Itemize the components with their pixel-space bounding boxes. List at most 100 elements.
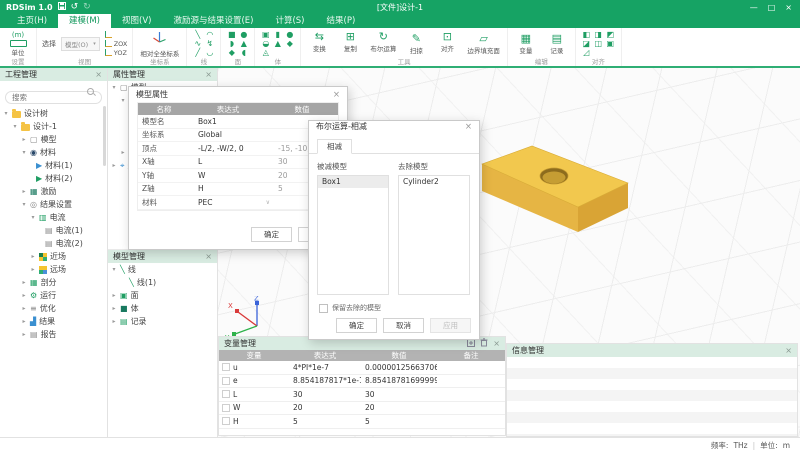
sphere-icon[interactable]: ● <box>284 30 295 39</box>
keep-removed-model-option[interactable]: 保留去除的模型 <box>319 303 469 313</box>
table-row-L[interactable]: L3030 <box>219 388 505 402</box>
plane-zox-button[interactable]: ZOX <box>105 40 128 48</box>
cylinder-icon[interactable]: ▮ <box>272 30 283 39</box>
relative-global-csys-button[interactable]: 相对全坐标系 <box>138 29 181 58</box>
checkbox[interactable] <box>319 304 328 313</box>
rectangle-icon[interactable]: ■ <box>226 30 237 39</box>
tab-subtract[interactable]: 相减 <box>317 139 352 154</box>
triangle-icon[interactable]: ▲ <box>238 39 249 48</box>
close-button[interactable]: × <box>785 3 792 12</box>
expander-icon[interactable]: ▸ <box>111 318 117 325</box>
polyline-icon[interactable]: ↯ <box>204 39 215 48</box>
expander-icon[interactable]: ▸ <box>120 149 126 156</box>
tree-item-result-settings[interactable]: ▾◎结果设置 <box>0 198 107 211</box>
expander-icon[interactable]: ▾ <box>21 149 27 156</box>
tree-item-optimize[interactable]: ▸≡优化 <box>0 302 107 315</box>
align-bottom-icon[interactable]: ◪ <box>581 39 592 48</box>
close-icon[interactable]: × <box>205 70 212 79</box>
line-icon[interactable]: ╲ <box>192 30 203 39</box>
tree-item-design-tree[interactable]: ▾设计树 <box>0 107 107 120</box>
model-select-dropdown[interactable]: 模型(O) ▾ <box>61 37 100 51</box>
expander-icon[interactable]: ▸ <box>21 136 27 143</box>
expander-icon[interactable]: ▸ <box>21 279 27 286</box>
table-row-e[interactable]: e8.854187817*1e-128.8541878169999999e-..… <box>219 375 505 389</box>
tree-item-faces[interactable]: ▸▣面 <box>108 289 217 302</box>
tree-item-model[interactable]: ▸▢模型 <box>0 133 107 146</box>
tree-item-current[interactable]: ▾▥电流 <box>0 211 107 224</box>
delete-variable-icon[interactable] <box>480 338 488 349</box>
boundary-fill-button[interactable]: ▱边界填充面 <box>465 33 502 55</box>
tree-item-results[interactable]: ▸▟结果 <box>0 315 107 328</box>
maximize-button[interactable]: □ <box>768 3 776 12</box>
tree-item-current-1[interactable]: ▤电流(1) <box>0 224 107 237</box>
tab-home[interactable]: 主页(H) <box>6 14 58 28</box>
tree-item-records[interactable]: ▸▤记录 <box>108 315 217 328</box>
tab-results[interactable]: 结果(P) <box>316 14 367 28</box>
tree-item-design-1[interactable]: ▾设计-1 <box>0 120 107 133</box>
tree-item-material-2[interactable]: ▶材料(2) <box>0 172 107 185</box>
expander-icon[interactable]: ▸ <box>21 188 27 195</box>
expander-icon[interactable]: ▸ <box>30 266 36 273</box>
ellipse-icon[interactable]: ◗ <box>226 39 237 48</box>
tree-item-excitation[interactable]: ▸▦激励 <box>0 185 107 198</box>
minimize-button[interactable]: — <box>750 3 758 12</box>
expander-icon[interactable]: ▾ <box>12 123 18 130</box>
tree-item-material-1[interactable]: ▶材料(1) <box>0 159 107 172</box>
align-left-icon[interactable]: ◧ <box>581 30 592 39</box>
sweep-button[interactable]: ✎扫掠 <box>403 33 429 55</box>
arc-icon[interactable]: ◠ <box>204 30 215 39</box>
save-icon[interactable] <box>58 2 66 13</box>
close-icon[interactable]: × <box>333 90 340 100</box>
undo-icon[interactable]: ↺ <box>71 2 79 12</box>
expander-icon[interactable]: ▸ <box>111 305 117 312</box>
align-tool-button[interactable]: ⊡对齐ˇ <box>434 31 460 57</box>
tree-item-line-1[interactable]: ╲线(1) <box>108 276 217 289</box>
cancel-button[interactable]: 取消 <box>383 318 424 333</box>
expander-icon[interactable]: ▸ <box>111 162 117 169</box>
table-row-W[interactable]: W2020 <box>219 402 505 416</box>
torus-icon[interactable]: ◆ <box>284 39 295 48</box>
tree-item-far-field[interactable]: ▸远场 <box>0 263 107 276</box>
tree-item-report[interactable]: ▸▤报告 <box>0 328 107 341</box>
expander-icon[interactable]: ▸ <box>21 292 27 299</box>
align-top-icon[interactable]: ◩ <box>605 30 616 39</box>
tree-item-current-2[interactable]: ▤电流(2) <box>0 237 107 250</box>
ellipsoid-icon[interactable]: ◒ <box>260 39 271 48</box>
spline-icon[interactable]: ∿ <box>192 39 203 48</box>
expander-icon[interactable]: ▾ <box>111 84 117 91</box>
ok-button[interactable]: 确定 <box>251 227 292 242</box>
boolean-operation-button[interactable]: ↻布尔运算ˇ <box>368 31 398 57</box>
tree-item-lines[interactable]: ▾╲线 <box>108 263 217 276</box>
close-icon[interactable]: × <box>205 252 212 261</box>
tab-compute[interactable]: 计算(S) <box>264 14 315 28</box>
transform-button[interactable]: ⇆变换ˇ <box>306 31 332 57</box>
checkbox[interactable] <box>222 363 230 371</box>
tree-item-materials[interactable]: ▾◉材料 <box>0 146 107 159</box>
expander-icon[interactable]: ▸ <box>30 253 36 260</box>
list-item-cylinder2[interactable]: Cylinder2 <box>399 176 469 188</box>
close-icon[interactable]: × <box>95 70 102 79</box>
expander-icon[interactable]: ▾ <box>111 266 117 273</box>
tree-item-mesh[interactable]: ▸▦剖分 <box>0 276 107 289</box>
list-item-box1[interactable]: Box1 <box>318 176 388 188</box>
checkbox[interactable] <box>222 390 230 398</box>
expander-icon[interactable]: ▾ <box>21 201 27 208</box>
ok-button[interactable]: 确定 <box>336 318 377 333</box>
variable-button[interactable]: ▦变量 <box>513 33 539 55</box>
redo-icon[interactable]: ↻ <box>83 2 91 12</box>
minuend-list[interactable]: Box1 <box>317 175 389 295</box>
close-icon[interactable]: × <box>785 346 792 355</box>
expander-icon[interactable]: ▸ <box>21 331 27 338</box>
cuboid-icon[interactable]: ▣ <box>260 30 271 39</box>
model-box-with-hole[interactable] <box>470 130 640 240</box>
copy-button[interactable]: ⊞复制ˇ <box>337 31 363 57</box>
scrollbar[interactable] <box>103 106 106 166</box>
expander-icon[interactable]: ▾ <box>30 214 36 221</box>
table-row-H[interactable]: H55 <box>219 415 505 429</box>
expander-icon[interactable]: ▸ <box>21 305 27 312</box>
close-icon[interactable]: × <box>465 122 472 132</box>
circle-icon[interactable]: ● <box>238 30 249 39</box>
align-right-icon[interactable]: ◨ <box>593 30 604 39</box>
expander-icon[interactable]: ▾ <box>120 97 126 104</box>
close-icon[interactable]: × <box>493 339 500 348</box>
